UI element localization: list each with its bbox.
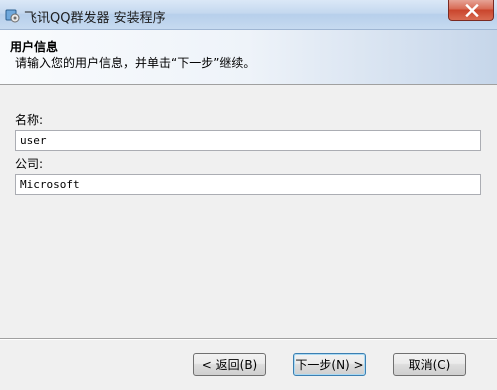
page-title: 用户信息 — [10, 40, 59, 54]
installer-window: 飞讯QQ群发器 安装程序 用户信息 请输入您的用户信息，并单击“下一步”继续。 … — [0, 0, 497, 390]
footer-separator — [0, 338, 497, 340]
close-button[interactable] — [448, 0, 494, 21]
window-title: 飞讯QQ群发器 安装程序 — [24, 11, 166, 26]
page-subtitle: 请输入您的用户信息，并单击“下一步”继续。 — [15, 56, 256, 70]
next-button[interactable]: 下一步(N) > — [293, 353, 366, 376]
cancel-button[interactable]: 取消(C) — [393, 353, 466, 376]
company-label: 公司: — [15, 157, 44, 171]
back-button[interactable]: < 返回(B) — [193, 353, 266, 376]
title-bar[interactable]: 飞讯QQ群发器 安装程序 — [0, 0, 497, 30]
installer-icon — [4, 7, 20, 23]
close-icon — [465, 4, 479, 17]
company-field[interactable] — [15, 174, 481, 195]
name-field[interactable] — [15, 130, 481, 151]
page-header: 用户信息 请输入您的用户信息，并单击“下一步”继续。 — [0, 30, 497, 85]
name-label: 名称: — [15, 113, 44, 127]
